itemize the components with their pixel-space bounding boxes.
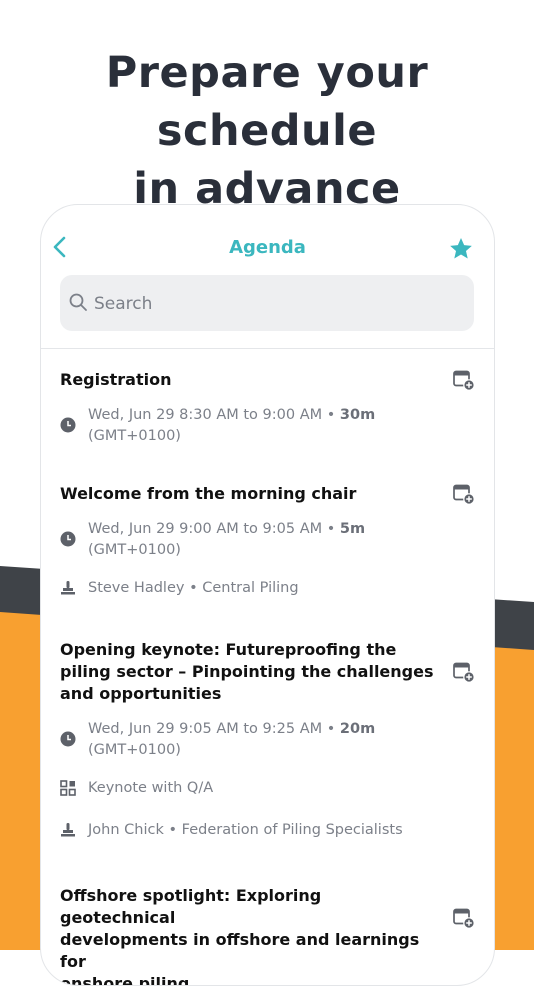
session-speaker: John Chick • Federation of Piling Specia… (60, 820, 434, 841)
headline-line-1: Prepare your schedule (105, 48, 429, 156)
clock-icon (60, 531, 76, 547)
clock-icon (60, 417, 76, 433)
session-speaker: Steve Hadley • Central Piling (60, 578, 434, 599)
session-duration: 20m (339, 721, 376, 737)
session-time-range: Wed, Jun 29 8:30 AM to 9:00 AM (88, 407, 323, 423)
clock-icon (60, 731, 76, 747)
session-title-line: Offshore spotlight: Exploring geotechnic… (60, 886, 322, 927)
search-bar[interactable] (60, 275, 474, 331)
session-title: Registration (60, 369, 434, 391)
nav-bar: Agenda (41, 205, 494, 277)
search-input[interactable] (92, 285, 456, 323)
session-title-line: onshore piling (60, 974, 190, 986)
speaker-name: Steve Hadley (88, 580, 185, 596)
session-title-line: Opening keynote: Futureproofing the (60, 640, 397, 659)
session-item[interactable]: Opening keynote: Futureproofing the pili… (41, 619, 494, 865)
session-item[interactable]: Offshore spotlight: Exploring geotechnic… (41, 865, 494, 986)
star-icon[interactable] (448, 236, 474, 262)
session-title-line: and opportunities (60, 684, 222, 703)
session-title-line: Registration (60, 370, 172, 389)
session-timezone: (GMT+0100) (88, 428, 181, 444)
session-duration: 5m (339, 521, 366, 537)
page-title: Agenda (229, 237, 306, 258)
session-format-label: Keynote with Q/A (88, 780, 214, 796)
format-grid-icon (60, 780, 76, 796)
session-time: Wed, Jun 29 9:05 AM to 9:25 AM • 20m (GM… (60, 719, 434, 761)
speaker-organisation: Central Piling (202, 580, 299, 596)
session-format: Keynote with Q/A (60, 778, 434, 799)
session-time-range: Wed, Jun 29 9:00 AM to 9:05 AM (88, 521, 323, 537)
speaker-icon (61, 823, 75, 837)
phone-frame: Agenda Registration (40, 204, 495, 986)
session-title-line: piling sector – Pinpointing the challeng… (60, 662, 434, 681)
session-title-line: developments in offshore and learnings f… (60, 930, 420, 971)
session-time: Wed, Jun 29 9:00 AM to 9:05 AM • 5m (GMT… (60, 519, 434, 561)
calendar-add-icon[interactable] (453, 369, 475, 391)
speaker-organisation: Federation of Piling Specialists (181, 822, 403, 838)
session-item[interactable]: Welcome from the morning chair Wed, Jun … (41, 463, 494, 619)
calendar-add-icon[interactable] (453, 661, 475, 683)
session-time-range: Wed, Jun 29 9:05 AM to 9:25 AM (88, 721, 323, 737)
session-time: Wed, Jun 29 8:30 AM to 9:00 AM • 30m (GM… (60, 405, 434, 447)
session-duration: 30m (339, 407, 376, 423)
speaker-icon (61, 581, 75, 595)
calendar-add-icon[interactable] (453, 483, 475, 505)
headline: Prepare your schedule in advance (0, 44, 534, 218)
session-title: Offshore spotlight: Exploring geotechnic… (60, 885, 434, 986)
session-timezone: (GMT+0100) (88, 542, 181, 558)
search-icon (69, 293, 87, 311)
calendar-add-icon[interactable] (453, 907, 475, 929)
session-title: Welcome from the morning chair (60, 483, 434, 505)
session-title-line: Welcome from the morning chair (60, 484, 357, 503)
session-timezone: (GMT+0100) (88, 742, 181, 758)
session-list: Registration Wed, Jun 29 8:30 AM to 9:00… (41, 349, 494, 986)
speaker-name: John Chick (88, 822, 164, 838)
session-title: Opening keynote: Futureproofing the pili… (60, 639, 434, 705)
session-item[interactable]: Registration Wed, Jun 29 8:30 AM to 9:00… (41, 349, 494, 463)
